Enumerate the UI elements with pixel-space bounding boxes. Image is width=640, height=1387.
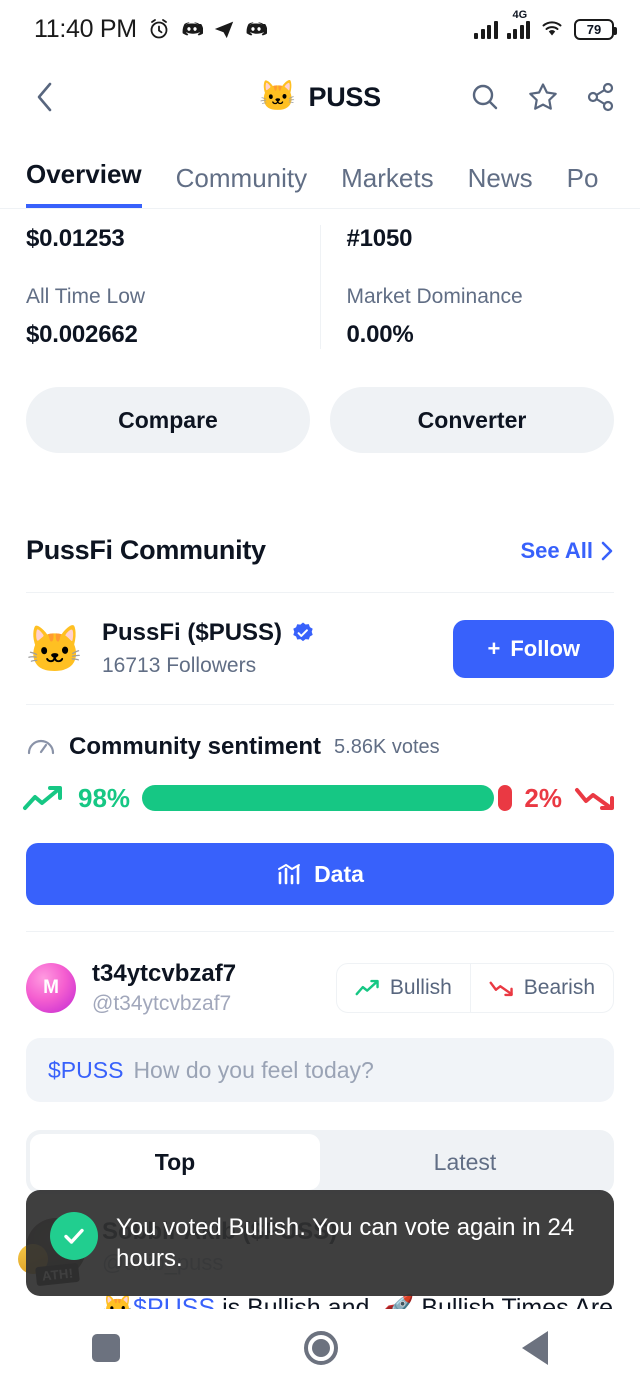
app-header: 🐱 PUSS	[0, 58, 640, 136]
bearish-percent: 2%	[524, 782, 562, 813]
compare-button[interactable]: Compare	[26, 387, 310, 453]
header-actions	[468, 80, 618, 114]
alarm-icon	[147, 17, 171, 41]
verified-badge-icon	[293, 622, 313, 642]
data-button[interactable]: Data	[26, 843, 614, 905]
stat-cell-price: $0.01253 All Time Low $0.002662	[0, 225, 320, 349]
status-bar: 11:40 PM 4G 79	[0, 0, 640, 58]
discord-icon	[181, 18, 203, 40]
vote-bullish-label: Bullish	[389, 976, 452, 999]
sentiment-bar-bullish	[142, 785, 494, 811]
stat-cell-rank: #1050 Market Dominance 0.00%	[319, 225, 640, 349]
trend-down-icon	[489, 981, 513, 997]
data-button-label: Data	[314, 860, 364, 887]
chevron-right-icon	[601, 541, 613, 560]
android-nav-bar	[0, 1309, 640, 1387]
vote-bullish-button[interactable]: Bullish	[337, 964, 470, 1012]
composer-placeholder: How do you feel today?	[133, 1056, 374, 1083]
plus-icon: +	[487, 635, 501, 661]
converter-button[interactable]: Converter	[330, 387, 614, 453]
wifi-icon	[539, 18, 565, 40]
page-title: PUSS	[308, 81, 382, 112]
telegram-icon	[213, 18, 235, 40]
tab-portfolio[interactable]: Po	[567, 163, 599, 208]
status-time: 11:40 PM	[34, 14, 137, 43]
trend-up-icon	[23, 786, 62, 810]
tab-overview[interactable]: Overview	[26, 159, 142, 208]
stat-value-rank: #1050	[346, 225, 413, 252]
status-bar-left: 11:40 PM	[34, 15, 267, 44]
tab-news[interactable]: News	[468, 163, 533, 208]
stat-value-all-time-low: $0.002662	[26, 321, 138, 348]
stat-value-price: $0.01253	[26, 225, 125, 252]
profile-followers: 16713 Followers	[102, 654, 257, 677]
user-avatar[interactable]: M	[26, 963, 76, 1013]
see-all-label: See All	[520, 537, 593, 563]
toast-message: You voted Bullish. You can vote again in…	[116, 1214, 575, 1273]
sentiment-vote-toggle: Bullish Bearish	[335, 963, 614, 1013]
post-composer-input[interactable]: $PUSS How do you feel today?	[26, 1038, 614, 1102]
stat-label-market-dominance: Market Dominance	[346, 285, 523, 308]
sentiment-title: Community sentiment	[69, 733, 322, 760]
share-icon[interactable]	[584, 80, 618, 114]
profile-name-row: PussFi ($PUSS)	[102, 619, 315, 647]
feed-filter-latest[interactable]: Latest	[320, 1134, 610, 1190]
discord-icon	[245, 18, 267, 40]
trend-down-icon	[575, 788, 614, 810]
user-text-group: t34ytcvbzaf7 @t34ytcvbzaf7	[92, 960, 236, 1016]
status-bar-right: 4G 79	[474, 9, 617, 40]
see-all-link[interactable]: See All	[520, 538, 614, 564]
sentiment-bar-row: 98% 2%	[0, 761, 640, 815]
stats-grid: $0.01253 All Time Low $0.002662 #1050 Ma…	[0, 209, 640, 353]
bullish-percent: 98%	[78, 782, 131, 813]
vote-bearish-label: Bearish	[523, 976, 595, 999]
feed-filter-top[interactable]: Top	[30, 1134, 320, 1190]
follow-button[interactable]: + Follow	[453, 619, 614, 678]
composer-user-row: M t34ytcvbzaf7 @t34ytcvbzaf7 Bullish Bea…	[0, 932, 640, 1016]
circle-icon[interactable]	[304, 1331, 338, 1365]
feed-filter-segmented: Top Latest	[26, 1130, 614, 1194]
coin-avatar-icon: 🐱	[259, 80, 297, 113]
avatar-glyph: M	[43, 977, 59, 998]
tab-markets[interactable]: Markets	[341, 163, 433, 208]
toast-notification: You voted Bullish. You can vote again in…	[26, 1190, 614, 1297]
profile-text-group: PussFi ($PUSS) 16713 Followers	[102, 619, 315, 678]
tab-community[interactable]: Community	[176, 163, 307, 208]
app-screen: 11:40 PM 4G 79 🐱 PUSS Overview Community…	[0, 0, 640, 1387]
square-icon[interactable]	[92, 1334, 120, 1362]
gauge-icon	[27, 739, 55, 755]
community-profile-row[interactable]: 🐱 PussFi ($PUSS) 16713 Followers + Follo…	[0, 593, 640, 678]
action-pill-row: Compare Converter	[0, 353, 640, 453]
composer-ticker: $PUSS	[48, 1056, 124, 1083]
triangle-back-icon[interactable]	[522, 1331, 548, 1365]
sentiment-bar	[142, 785, 513, 811]
section-title: PussFi Community	[26, 535, 266, 565]
back-button[interactable]	[22, 74, 68, 120]
signal-icon	[474, 19, 498, 39]
user-handle: @t34ytcvbzaf7	[92, 992, 232, 1015]
battery-icon: 79	[574, 18, 617, 40]
check-circle-icon	[50, 1212, 98, 1260]
follow-label: Follow	[510, 635, 580, 661]
trend-up-icon	[355, 979, 379, 996]
sentiment-votes: 5.86K votes	[334, 735, 440, 758]
community-section-header: PussFi Community See All	[0, 453, 640, 566]
stat-label-all-time-low: All Time Low	[26, 285, 146, 308]
tab-bar: Overview Community Markets News Po	[0, 136, 640, 208]
user-display-name: t34ytcvbzaf7	[92, 960, 237, 987]
sentiment-bar-bearish	[497, 785, 513, 811]
vote-bearish-button[interactable]: Bearish	[469, 964, 613, 1012]
star-icon[interactable]	[526, 80, 560, 114]
profile-name: PussFi ($PUSS)	[102, 619, 283, 646]
chart-icon	[278, 864, 301, 885]
stat-value-market-dominance: 0.00%	[346, 321, 414, 348]
search-icon[interactable]	[468, 80, 502, 114]
network-4g-icon: 4G	[506, 9, 530, 39]
sentiment-header: Community sentiment 5.86K votes	[0, 705, 640, 761]
profile-avatar-icon: 🐱	[26, 622, 84, 675]
